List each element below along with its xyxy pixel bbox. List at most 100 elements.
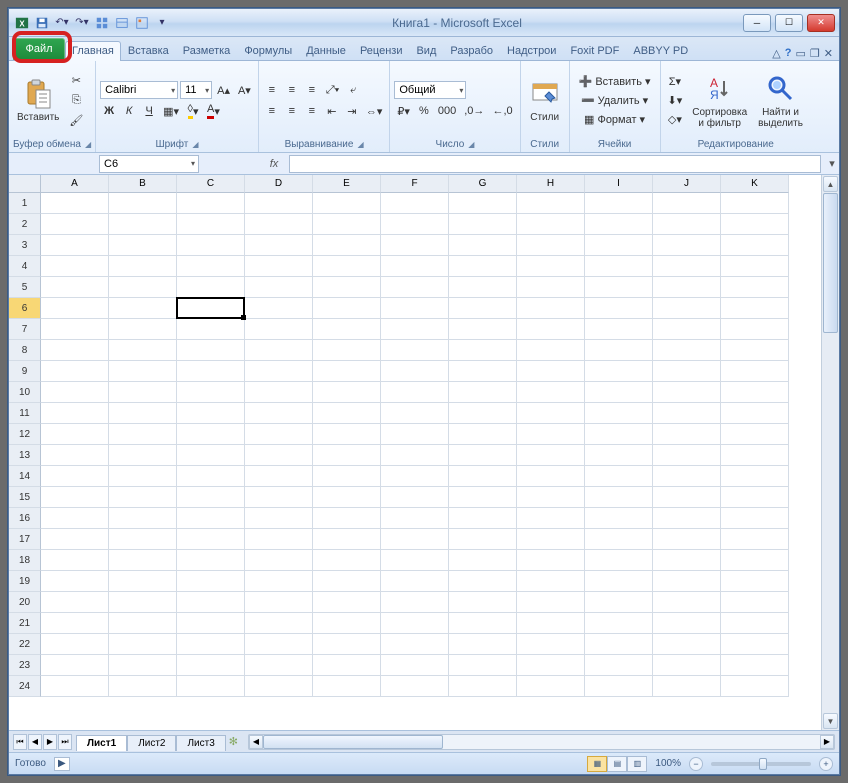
- cell[interactable]: [313, 613, 381, 634]
- cell[interactable]: [585, 529, 653, 550]
- cell[interactable]: [449, 403, 517, 424]
- row-header-10[interactable]: 10: [9, 382, 41, 403]
- cell[interactable]: [449, 571, 517, 592]
- cell[interactable]: [449, 298, 517, 319]
- mdi-restore-icon[interactable]: ❐: [810, 47, 820, 60]
- cell[interactable]: [721, 466, 789, 487]
- cell[interactable]: [109, 487, 177, 508]
- cell[interactable]: [517, 613, 585, 634]
- cell[interactable]: [313, 424, 381, 445]
- align-middle-icon[interactable]: ≡: [283, 81, 301, 99]
- tab-рецензи[interactable]: Рецензи: [353, 41, 410, 60]
- sheet-prev-icon[interactable]: ◀: [28, 734, 42, 750]
- cell[interactable]: [245, 592, 313, 613]
- cell[interactable]: [653, 508, 721, 529]
- cell[interactable]: [109, 508, 177, 529]
- tab-разметка[interactable]: Разметка: [176, 41, 238, 60]
- cell[interactable]: [245, 550, 313, 571]
- cell[interactable]: [245, 655, 313, 676]
- cell[interactable]: [653, 193, 721, 214]
- cell[interactable]: [585, 676, 653, 697]
- cell[interactable]: [41, 193, 109, 214]
- cell[interactable]: [245, 256, 313, 277]
- row-header-9[interactable]: 9: [9, 361, 41, 382]
- cell[interactable]: [517, 298, 585, 319]
- cell[interactable]: [585, 466, 653, 487]
- cell[interactable]: [449, 613, 517, 634]
- cell[interactable]: [313, 403, 381, 424]
- column-header-A[interactable]: A: [41, 175, 109, 193]
- page-layout-view-icon[interactable]: ▤: [607, 756, 627, 772]
- cell[interactable]: [517, 571, 585, 592]
- cell[interactable]: [585, 382, 653, 403]
- cell[interactable]: [245, 529, 313, 550]
- underline-button[interactable]: Ч: [140, 102, 158, 120]
- cell[interactable]: [245, 424, 313, 445]
- cell[interactable]: [245, 235, 313, 256]
- row-header-15[interactable]: 15: [9, 487, 41, 508]
- cell[interactable]: [449, 277, 517, 298]
- cell[interactable]: [177, 529, 245, 550]
- column-header-F[interactable]: F: [381, 175, 449, 193]
- tab-abbyy pd[interactable]: ABBYY PD: [626, 41, 695, 60]
- cell[interactable]: [109, 655, 177, 676]
- cell[interactable]: [381, 613, 449, 634]
- number-format-combo[interactable]: Общий: [394, 81, 466, 99]
- cell[interactable]: [449, 319, 517, 340]
- clipboard-dialog-launcher[interactable]: ◢: [85, 140, 91, 149]
- cell[interactable]: [41, 550, 109, 571]
- cell[interactable]: [313, 592, 381, 613]
- tab-главная[interactable]: Главная: [65, 41, 121, 61]
- fill-color-icon[interactable]: ◊▾: [184, 102, 202, 120]
- cell[interactable]: [517, 382, 585, 403]
- new-sheet-icon[interactable]: ✻: [229, 735, 238, 748]
- cell[interactable]: [41, 676, 109, 697]
- cell[interactable]: [653, 214, 721, 235]
- row-header-5[interactable]: 5: [9, 277, 41, 298]
- cell[interactable]: [517, 403, 585, 424]
- cell[interactable]: [109, 592, 177, 613]
- paste-button[interactable]: Вставить: [13, 76, 63, 125]
- cell[interactable]: [517, 193, 585, 214]
- cell[interactable]: [653, 487, 721, 508]
- cell[interactable]: [585, 508, 653, 529]
- cell[interactable]: [177, 214, 245, 235]
- row-header-6[interactable]: 6: [9, 298, 41, 319]
- cell[interactable]: [721, 298, 789, 319]
- cell[interactable]: [109, 277, 177, 298]
- mdi-minimize-icon[interactable]: ▭: [796, 47, 806, 60]
- cell[interactable]: [177, 571, 245, 592]
- cell[interactable]: [41, 235, 109, 256]
- cell[interactable]: [585, 487, 653, 508]
- thousands-icon[interactable]: 000: [435, 102, 459, 120]
- macro-record-icon[interactable]: ▶: [54, 757, 70, 771]
- cell[interactable]: [109, 340, 177, 361]
- row-header-8[interactable]: 8: [9, 340, 41, 361]
- cell[interactable]: [313, 256, 381, 277]
- row-header-24[interactable]: 24: [9, 676, 41, 697]
- minimize-ribbon-icon[interactable]: △: [772, 47, 780, 60]
- cell[interactable]: [517, 361, 585, 382]
- cell[interactable]: [381, 235, 449, 256]
- cell[interactable]: [245, 508, 313, 529]
- cell[interactable]: [721, 235, 789, 256]
- qat-dropdown-icon[interactable]: ▾: [153, 14, 171, 32]
- format-painter-icon[interactable]: 🖌: [66, 112, 86, 130]
- cell[interactable]: [449, 340, 517, 361]
- normal-view-icon[interactable]: ▦: [587, 756, 607, 772]
- cell[interactable]: [177, 256, 245, 277]
- tab-разрабо[interactable]: Разрабо: [443, 41, 500, 60]
- cell[interactable]: [517, 676, 585, 697]
- cell[interactable]: [109, 403, 177, 424]
- cell[interactable]: [109, 634, 177, 655]
- cell[interactable]: [313, 193, 381, 214]
- cell[interactable]: [177, 466, 245, 487]
- cell[interactable]: [313, 361, 381, 382]
- cell[interactable]: [653, 382, 721, 403]
- cell[interactable]: [381, 445, 449, 466]
- cell[interactable]: [245, 319, 313, 340]
- cell[interactable]: [177, 634, 245, 655]
- row-header-11[interactable]: 11: [9, 403, 41, 424]
- cell[interactable]: [381, 403, 449, 424]
- zoom-slider[interactable]: [711, 762, 811, 766]
